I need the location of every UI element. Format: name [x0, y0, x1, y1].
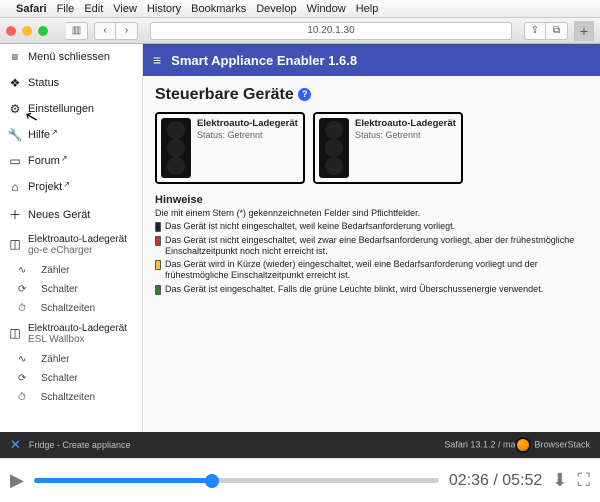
- browserstack-label: BrowserStack: [534, 439, 590, 449]
- light-red-icon: [155, 236, 161, 246]
- gear-icon: ⚙: [8, 102, 22, 116]
- browser-info: Safari 13.1.2 / ma: [444, 439, 515, 449]
- device-card-0[interactable]: Elektroauto-LadegerätStatus: Getrennt: [155, 112, 305, 184]
- seek-bar[interactable]: [34, 478, 439, 483]
- sidebar-item-project[interactable]: ⌂Projekt↗: [0, 174, 142, 200]
- app-hamburger-icon[interactable]: ≡: [153, 52, 161, 68]
- browserstack-icon: [515, 437, 531, 453]
- forum-icon: ▭: [8, 154, 22, 168]
- hint-green: Das Gerät ist eingeschaltet. Falls die g…: [155, 284, 588, 295]
- sidebar-sub-zaehler-1[interactable]: ∿ Zähler: [0, 350, 142, 369]
- light-yellow-icon: [155, 260, 161, 270]
- hint-off: Das Gerät ist nicht eingeschaltet, weil …: [155, 221, 588, 232]
- menu-develop[interactable]: Develop: [256, 3, 296, 15]
- hint-red: Das Gerät ist nicht eingeschaltet, weil …: [155, 235, 588, 258]
- seek-thumb[interactable]: [205, 474, 219, 488]
- menu-window[interactable]: Window: [307, 3, 346, 15]
- menu-edit[interactable]: Edit: [84, 3, 103, 15]
- sidebar-sub-schaltzeiten-1[interactable]: ⏱ Schaltzeiten: [0, 388, 142, 407]
- sidebar-sub-zaehler-0[interactable]: ∿ Zähler: [0, 261, 142, 280]
- sidebar-sub-schalter-0[interactable]: ⟳ Schalter: [0, 280, 142, 299]
- menu-view[interactable]: View: [113, 3, 137, 15]
- status-icon: ❖: [8, 76, 22, 90]
- device-card-1[interactable]: Elektroauto-LadegerätStatus: Getrennt: [313, 112, 463, 184]
- fullscreen-button[interactable]: ⛶: [577, 470, 590, 491]
- menu-bookmarks[interactable]: Bookmarks: [191, 3, 246, 15]
- sidebar-item-settings[interactable]: ⚙Einstellungen: [0, 96, 142, 122]
- device-icon: ◫: [8, 327, 22, 340]
- play-button[interactable]: ▶: [10, 470, 24, 491]
- sidebar-item-help[interactable]: 🔧Hilfe↗: [0, 122, 142, 148]
- sidebar-sub-schaltzeiten-0[interactable]: ⏱ Schaltzeiten: [0, 299, 142, 318]
- browser-toolbar: ▥ ‹ › 10.20.1.30 ⇪ ⧉ +: [0, 18, 600, 44]
- sidebar: ≡ Menü schliessen ❖Status ⚙Einstellungen…: [0, 44, 143, 432]
- light-off-icon: [155, 222, 161, 232]
- device-icon: ◫: [8, 238, 22, 251]
- menu-file[interactable]: File: [57, 3, 75, 15]
- help-icon[interactable]: ?: [298, 88, 311, 101]
- traffic-light-icon: [319, 118, 349, 178]
- back-button[interactable]: ‹: [94, 22, 116, 40]
- hints-section: Hinweise Die mit einem Stern (*) gekennz…: [155, 194, 588, 295]
- window-minimize-icon[interactable]: [22, 26, 32, 36]
- window-zoom-icon[interactable]: [38, 26, 48, 36]
- menubar-app[interactable]: Safari: [16, 3, 47, 15]
- light-green-icon: [155, 285, 161, 295]
- sidebar-close-menu[interactable]: ≡ Menü schliessen: [0, 44, 142, 70]
- breadcrumb: Fridge - Create appliance: [29, 440, 131, 450]
- sidebar-item-forum[interactable]: ▭Forum↗: [0, 148, 142, 174]
- hamburger-icon: ≡: [8, 50, 22, 64]
- sidebar-item-status[interactable]: ❖Status: [0, 70, 142, 96]
- page-heading: Steuerbare Geräte ?: [155, 86, 588, 104]
- share-button[interactable]: ⇪: [524, 22, 546, 40]
- sidebar-close-label: Menü schliessen: [28, 51, 110, 63]
- wrench-icon: 🔧: [8, 128, 22, 142]
- sidebar-device-0[interactable]: ◫Elektroauto-Ladegerätgo-e eCharger: [0, 229, 142, 261]
- bs-logo-icon: ✕: [10, 437, 21, 453]
- new-tab-button[interactable]: +: [574, 21, 594, 41]
- menu-history[interactable]: History: [147, 3, 181, 15]
- plus-icon: ＋: [8, 206, 22, 223]
- download-button[interactable]: ⬇: [552, 470, 567, 491]
- app-header: ≡ Smart Appliance Enabler 1.6.8: [143, 44, 600, 76]
- external-link-icon: ↗: [61, 154, 68, 163]
- sidebar-device-1[interactable]: ◫Elektroauto-LadegerätESL Wallbox: [0, 318, 142, 350]
- traffic-light-icon: [161, 118, 191, 178]
- hints-title: Hinweise: [155, 194, 588, 206]
- window-close-icon[interactable]: [6, 26, 16, 36]
- hints-intro: Die mit einem Stern (*) gekennzeichneten…: [155, 208, 588, 219]
- external-link-icon: ↗: [63, 180, 70, 189]
- seek-progress: [34, 478, 212, 483]
- mac-menubar: Safari File Edit View History Bookmarks …: [0, 0, 600, 18]
- sidebar-sub-schalter-1[interactable]: ⟳ Schalter: [0, 369, 142, 388]
- hint-yellow: Das Gerät wird in Kürze (wieder) eingesc…: [155, 259, 588, 282]
- tabs-button[interactable]: ⧉: [546, 22, 568, 40]
- sidebar-toggle-icon[interactable]: ▥: [66, 22, 88, 40]
- menu-help[interactable]: Help: [356, 3, 379, 15]
- forward-button[interactable]: ›: [116, 22, 138, 40]
- time-display: 02:36 / 05:52: [449, 472, 542, 490]
- app-title: Smart Appliance Enabler 1.6.8: [171, 53, 357, 68]
- url-field[interactable]: 10.20.1.30: [150, 22, 512, 40]
- home-icon: ⌂: [8, 180, 22, 194]
- sidebar-item-new-device[interactable]: ＋Neues Gerät: [0, 200, 142, 229]
- browserstack-bar: ✕ Fridge - Create appliance Safari 13.1.…: [0, 432, 600, 458]
- external-link-icon: ↗: [51, 128, 58, 137]
- video-controls: ▶ 02:36 / 05:52 ⬇ ⛶: [0, 458, 600, 502]
